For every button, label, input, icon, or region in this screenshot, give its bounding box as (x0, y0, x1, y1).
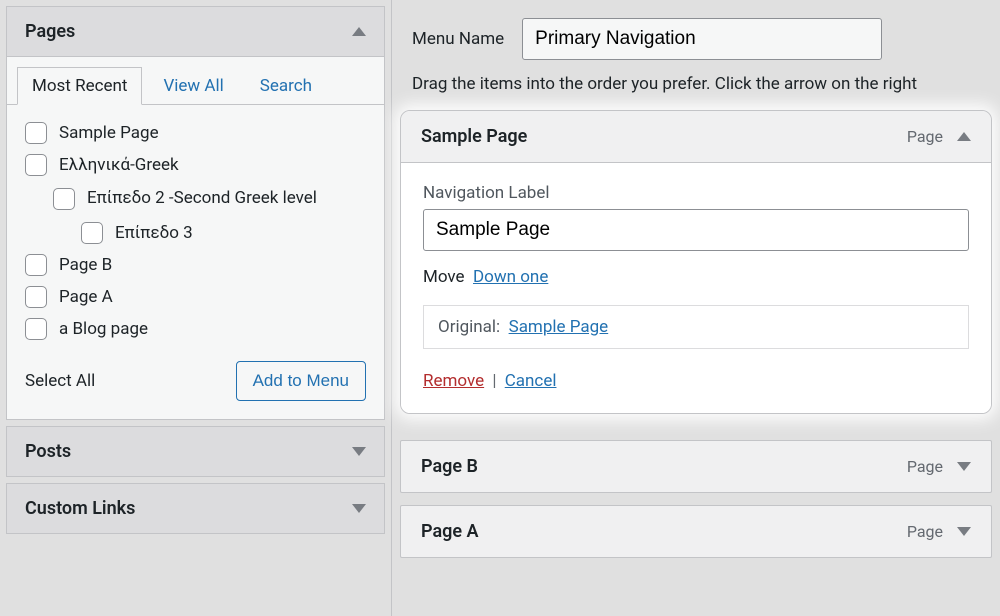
page-item-label: Sample Page (59, 123, 159, 143)
menu-item-sample-page: Sample Page Page Navigation Label Move D… (400, 110, 992, 414)
menu-item-header[interactable]: Page A Page (401, 506, 991, 557)
cancel-link[interactable]: Cancel (505, 371, 557, 391)
menu-name-label: Menu Name (412, 29, 504, 49)
page-item-label: Page A (59, 287, 113, 307)
menu-item-type-indicator: Page (907, 127, 971, 146)
chevron-down-icon (352, 447, 366, 456)
original-page-link[interactable]: Sample Page (509, 317, 609, 337)
checkbox[interactable] (25, 286, 47, 308)
menu-item-title: Sample Page (421, 126, 527, 147)
menu-item-type-label: Page (907, 457, 943, 476)
pages-tabs: Most Recent View All Search (7, 57, 384, 105)
panel-posts: Posts (6, 426, 385, 477)
menu-items-list: Sample Page Page Navigation Label Move D… (392, 110, 1000, 558)
panel-posts-title: Posts (25, 441, 71, 462)
menu-item-actions: Remove | Cancel (423, 371, 969, 391)
checkbox[interactable] (81, 222, 103, 244)
page-item: Ελληνικά-Greek (25, 149, 366, 181)
checkbox[interactable] (25, 318, 47, 340)
menu-item-type-indicator: Page (907, 457, 971, 476)
separator: | (492, 371, 496, 391)
page-item-label: Ελληνικά-Greek (59, 155, 179, 175)
page-item-label: Επίπεδο 3 (115, 223, 193, 243)
navigation-label-input[interactable] (423, 209, 969, 251)
menu-name-row: Menu Name (392, 0, 1000, 74)
menu-item-title: Page A (421, 521, 479, 542)
page-item: Page B (25, 249, 366, 281)
menu-item-page-b: Page B Page (400, 440, 992, 493)
checkbox[interactable] (53, 188, 75, 210)
move-row: Move Down one (423, 267, 969, 287)
page-item: Sample Page (25, 117, 366, 149)
original-label: Original: (438, 317, 500, 337)
panel-pages-header[interactable]: Pages (7, 7, 384, 57)
menu-item-title: Page B (421, 456, 478, 477)
menu-item-type-indicator: Page (907, 522, 971, 541)
page-item-label: a Blog page (59, 319, 148, 339)
sidebar-column: Pages Most Recent View All Search Sample… (0, 0, 392, 616)
panel-custom-links-title: Custom Links (25, 498, 135, 519)
menu-item-type-label: Page (907, 522, 943, 541)
chevron-down-icon (352, 504, 366, 513)
page-item: Page A (25, 281, 366, 313)
menu-structure-column: Menu Name Drag the items into the order … (392, 0, 1000, 616)
menu-item-type-label: Page (907, 127, 943, 146)
checkbox[interactable] (25, 254, 47, 276)
select-all-label: Select All (25, 371, 95, 391)
tab-view-all[interactable]: View All (148, 67, 238, 105)
page-item-label: Επίπεδο 2 -Second Greek level (87, 186, 317, 212)
add-to-menu-button[interactable]: Add to Menu (236, 361, 366, 401)
menu-name-input[interactable] (522, 18, 882, 60)
chevron-up-icon (957, 132, 971, 141)
checkbox[interactable] (25, 154, 47, 176)
menu-item-header[interactable]: Page B Page (401, 441, 991, 492)
panel-posts-header[interactable]: Posts (7, 427, 384, 476)
page-item: a Blog page (25, 313, 366, 345)
menu-item-page-a: Page A Page (400, 505, 992, 558)
chevron-up-icon (352, 27, 366, 36)
menu-instructions: Drag the items into the order you prefer… (392, 74, 1000, 110)
chevron-down-icon (957, 527, 971, 536)
menu-item-body: Navigation Label Move Down one Original:… (401, 163, 991, 413)
move-label: Move (423, 267, 465, 287)
panel-custom-links-header[interactable]: Custom Links (7, 484, 384, 533)
select-all-row: Select All (25, 371, 95, 391)
panel-pages: Pages Most Recent View All Search Sample… (6, 6, 385, 420)
page-item-label: Page B (59, 255, 112, 275)
tab-search[interactable]: Search (245, 67, 327, 105)
original-box: Original: Sample Page (423, 305, 969, 349)
panel-pages-title: Pages (25, 21, 75, 42)
page-item: Επίπεδο 3 (25, 217, 366, 249)
pages-list: Sample Page Ελληνικά-Greek Επίπεδο 2 -Se… (25, 117, 366, 345)
tab-most-recent[interactable]: Most Recent (17, 67, 142, 105)
chevron-down-icon (957, 462, 971, 471)
panel-pages-body: Most Recent View All Search Sample Page … (7, 57, 384, 419)
page-item: Επίπεδο 2 -Second Greek level (25, 181, 366, 217)
navigation-label-field-label: Navigation Label (423, 183, 969, 203)
checkbox[interactable] (25, 122, 47, 144)
panel-custom-links: Custom Links (6, 483, 385, 534)
menu-item-header[interactable]: Sample Page Page (401, 111, 991, 163)
remove-link[interactable]: Remove (423, 371, 484, 391)
panel-pages-footer: Select All Add to Menu (25, 345, 366, 401)
move-down-one-link[interactable]: Down one (473, 267, 548, 287)
